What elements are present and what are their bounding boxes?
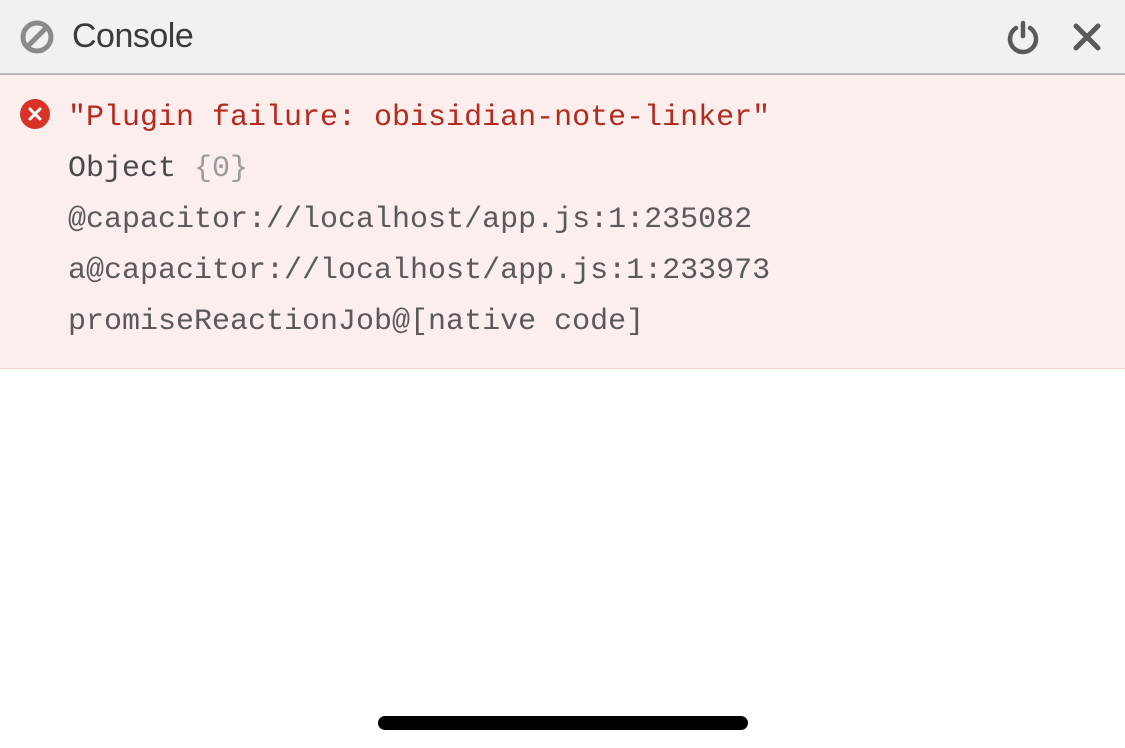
console-title: Console bbox=[72, 17, 193, 56]
error-content: "Plugin failure: obisidian-note-linker" … bbox=[68, 93, 1105, 348]
console-toolbar: Console bbox=[0, 0, 1125, 75]
console-error-entry[interactable]: "Plugin failure: obisidian-note-linker" … bbox=[0, 75, 1125, 369]
stack-trace-line: promiseReactionJob@[native code] bbox=[68, 297, 1105, 348]
error-message: "Plugin failure: obisidian-note-linker" bbox=[68, 93, 1105, 144]
close-icon[interactable] bbox=[1069, 19, 1105, 55]
home-indicator[interactable] bbox=[378, 716, 748, 730]
stack-trace-line: @capacitor://localhost/app.js:1:235082 bbox=[68, 195, 1105, 246]
stack-trace-line: a@capacitor://localhost/app.js:1:233973 bbox=[68, 246, 1105, 297]
toolbar-left: Console bbox=[20, 17, 1005, 56]
clear-icon[interactable] bbox=[20, 20, 54, 54]
power-icon[interactable] bbox=[1005, 19, 1041, 55]
object-count: {0} bbox=[194, 152, 248, 186]
error-icon bbox=[20, 99, 50, 129]
error-object: Object {0} bbox=[68, 144, 1105, 195]
object-label: Object bbox=[68, 152, 176, 186]
toolbar-right bbox=[1005, 19, 1105, 55]
